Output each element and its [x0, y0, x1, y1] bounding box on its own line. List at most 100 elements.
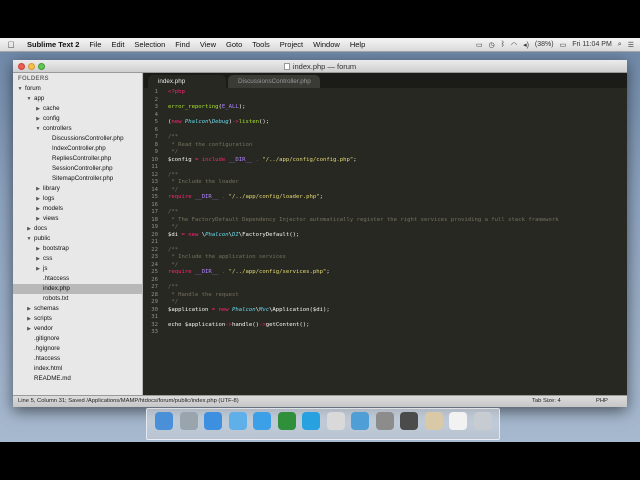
code-line[interactable]: 32 echo $application->handle()->getConten… [144, 322, 627, 330]
battery-level[interactable]: (38%) [535, 41, 554, 48]
code-line[interactable]: 5 (new Phalcon\Debug)->listen(); [144, 119, 627, 127]
menu-view[interactable]: View [195, 40, 221, 49]
time-machine-icon[interactable]: ◷ [489, 41, 495, 49]
code-line[interactable]: 23 * Include the application services [144, 254, 627, 262]
code-line[interactable]: 2 [144, 97, 627, 105]
disclosure-collapsed-icon[interactable]: ▶ [35, 244, 41, 254]
menu-find[interactable]: Find [170, 40, 195, 49]
file-icon[interactable] [449, 412, 467, 430]
code-line[interactable]: 15 require __DIR__ . "/../app/config/load… [144, 194, 627, 202]
menu-window[interactable]: Window [308, 40, 345, 49]
sidebar-file[interactable]: .hgignore [13, 344, 142, 354]
tab-discussions-controller[interactable]: DiscussionsController.php [228, 75, 320, 88]
sidebar-folder[interactable]: ▼ app [13, 94, 142, 104]
sidebar-file[interactable]: robots.txt [13, 294, 142, 304]
code-line[interactable]: 25 require __DIR__ . "/../app/config/serv… [144, 269, 627, 277]
apple-icon[interactable]:  [0, 40, 22, 50]
menu-file[interactable]: File [84, 40, 106, 49]
sidebar-folder[interactable]: ▶ cache [13, 104, 142, 114]
disclosure-collapsed-icon[interactable]: ▶ [26, 304, 32, 314]
sidebar-file[interactable]: .gitignore [13, 334, 142, 344]
code-line[interactable]: 8 * Read the configuration [144, 142, 627, 150]
menubar-clock[interactable]: Fri 11:04 PM [572, 41, 612, 48]
disclosure-expanded-icon[interactable]: ▼ [17, 84, 23, 94]
sidebar-folder[interactable]: ▶ css [13, 254, 142, 264]
sidebar-folder[interactable]: ▶ config [13, 114, 142, 124]
sidebar-folder[interactable]: ▶ vendor [13, 324, 142, 334]
code-line[interactable]: 6 [144, 127, 627, 135]
disclosure-collapsed-icon[interactable]: ▶ [26, 314, 32, 324]
disclosure-collapsed-icon[interactable]: ▶ [35, 104, 41, 114]
code-line[interactable]: 28 * Handle the request [144, 292, 627, 300]
code-line[interactable]: 33 [144, 329, 627, 337]
disclosure-expanded-icon[interactable]: ▼ [35, 124, 41, 134]
editor[interactable]: index.php DiscussionsController.php 1 <?p… [144, 73, 627, 395]
sidebar-folder[interactable]: ▶ models [13, 204, 142, 214]
menu-app-name[interactable]: Sublime Text 2 [22, 40, 84, 49]
skype-icon[interactable] [302, 412, 320, 430]
sidebar-file[interactable]: .htaccess [13, 274, 142, 284]
sidebar-file[interactable]: index.html [13, 364, 142, 374]
code-line[interactable]: 16 [144, 202, 627, 210]
window-minimize-button[interactable] [28, 63, 35, 70]
code-line[interactable]: 10 $config = include __DIR__ . "/../app/c… [144, 157, 627, 165]
code-line[interactable]: 1 <?php [144, 89, 627, 97]
finder-icon[interactable] [155, 412, 173, 430]
disclosure-collapsed-icon[interactable]: ▶ [35, 204, 41, 214]
sidebar-folder[interactable]: ▶ bootstrap [13, 244, 142, 254]
code-line[interactable]: 29 */ [144, 299, 627, 307]
disclosure-expanded-icon[interactable]: ▼ [26, 234, 32, 244]
menu-goto[interactable]: Goto [221, 40, 247, 49]
code-line[interactable]: 3 error_reporting(E_ALL); [144, 104, 627, 112]
sidebar-folder[interactable]: ▼ public [13, 234, 142, 244]
sidebar-folder[interactable]: ▶ js [13, 264, 142, 274]
sidebar-folder[interactable]: ▼ forum [13, 84, 142, 94]
sidebar-folder[interactable]: ▶ schemas [13, 304, 142, 314]
chrome-icon[interactable] [326, 412, 345, 430]
sidebar-folder[interactable]: ▶ scripts [13, 314, 142, 324]
sidebar-file[interactable]: IndexController.php [13, 144, 142, 154]
code-line[interactable]: 30 $application = new Phalcon\Mvc\Applica… [144, 307, 627, 315]
trash-icon[interactable] [473, 412, 492, 430]
code-line[interactable]: 20 $di = new \Phalcon\DI\FactoryDefault()… [144, 232, 627, 240]
code-line[interactable]: 12 /** [144, 172, 627, 180]
window-titlebar[interactable]: index.php — forum [13, 60, 627, 73]
launchpad-icon[interactable] [179, 412, 198, 430]
code-line[interactable]: 4 [144, 112, 627, 120]
code-line[interactable]: 21 [144, 239, 627, 247]
bluetooth-icon[interactable]: ᛒ [501, 41, 505, 48]
menu-edit[interactable]: Edit [106, 40, 129, 49]
sidebar-folder[interactable]: ▼ controllers [13, 124, 142, 134]
disclosure-collapsed-icon[interactable]: ▶ [26, 224, 32, 234]
sublime-text-icon[interactable] [400, 412, 418, 430]
code-line[interactable]: 7 /** [144, 134, 627, 142]
sidebar-file[interactable]: SitemapController.php [13, 174, 142, 184]
code-line[interactable]: 14 */ [144, 187, 627, 195]
battery-icon[interactable]: ▭ [560, 41, 567, 49]
disclosure-collapsed-icon[interactable]: ▶ [26, 324, 32, 334]
disclosure-collapsed-icon[interactable]: ▶ [35, 194, 41, 204]
tab-index-php[interactable]: index.php [148, 75, 226, 88]
code-area[interactable]: 1 <?php 2 3 error_reporting(E_ALL); 4 5 (new Ph… [144, 88, 627, 395]
disclosure-expanded-icon[interactable]: ▼ [26, 94, 32, 104]
wifi-icon[interactable]: ◠ [511, 41, 517, 49]
disclosure-collapsed-icon[interactable]: ▶ [35, 264, 41, 274]
itunes-icon[interactable] [253, 412, 271, 430]
window-zoom-button[interactable] [38, 63, 45, 70]
volume-icon[interactable]: ◂) [523, 41, 529, 49]
sidebar-folder[interactable]: ▶ logs [13, 194, 142, 204]
sidebar-file[interactable]: .htaccess [13, 354, 142, 364]
screen-mirror-icon[interactable]: ▭ [476, 41, 483, 49]
sidebar-folder[interactable]: ▶ views [13, 214, 142, 224]
code-line[interactable]: 9 */ [144, 149, 627, 157]
code-line[interactable]: 27 /** [144, 284, 627, 292]
documents-icon[interactable] [424, 412, 443, 430]
disclosure-collapsed-icon[interactable]: ▶ [35, 214, 41, 224]
code-line[interactable]: 17 /** [144, 209, 627, 217]
tab-size-selector[interactable]: Tab Size: 4 [532, 396, 561, 407]
sidebar-folder[interactable]: ▶ docs [13, 224, 142, 234]
disclosure-collapsed-icon[interactable]: ▶ [35, 254, 41, 264]
code-line[interactable]: 11 [144, 164, 627, 172]
menu-help[interactable]: Help [345, 40, 370, 49]
code-line[interactable]: 22 /** [144, 247, 627, 255]
